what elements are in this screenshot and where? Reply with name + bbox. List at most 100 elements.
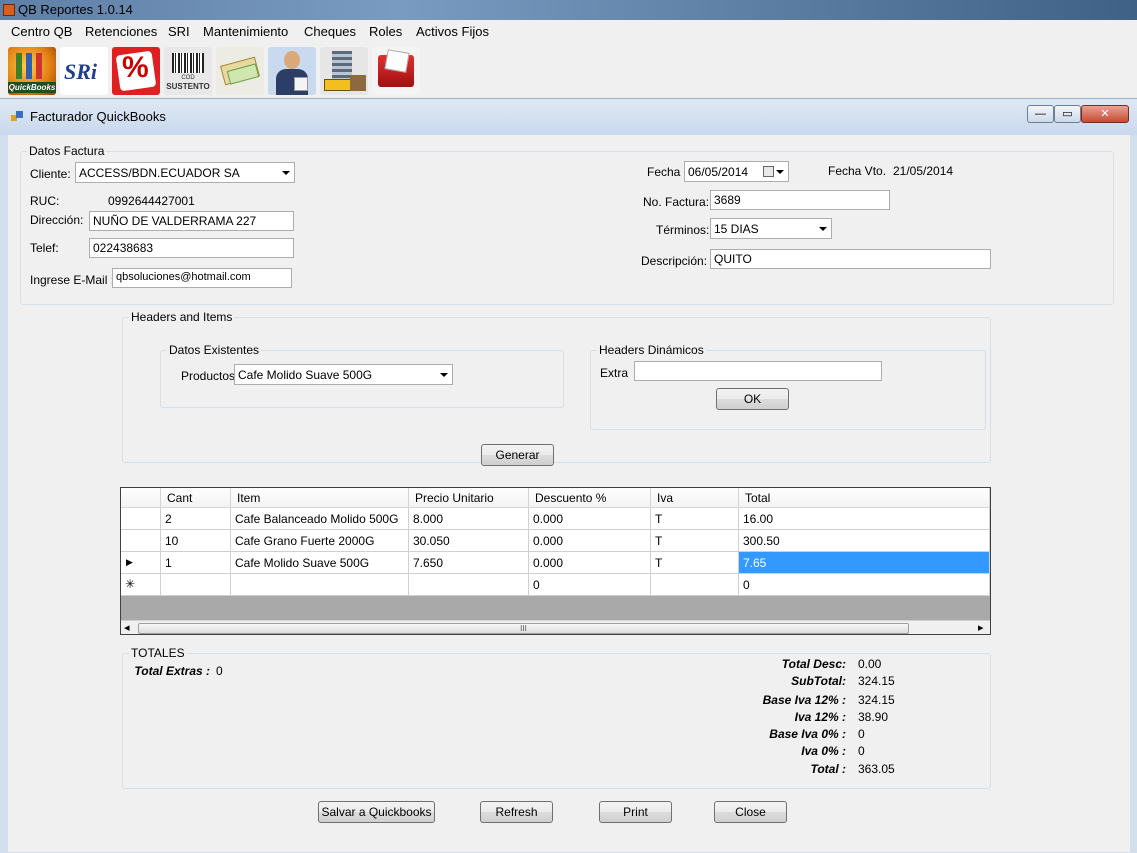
cell-iva[interactable]: T <box>651 530 739 552</box>
folder-toolbar-button[interactable] <box>372 47 420 95</box>
ruc-value: 0992644427001 <box>108 194 195 208</box>
menu-roles[interactable]: Roles <box>369 24 402 39</box>
sri-logo-icon: SRi <box>64 59 98 84</box>
chevron-down-icon <box>440 373 448 377</box>
email-input[interactable]: qbsoluciones@hotmail.com <box>112 268 292 288</box>
cell-iva[interactable]: T <box>651 508 739 530</box>
menu-cheques[interactable]: Cheques <box>304 24 356 39</box>
column-header-cant[interactable]: Cant <box>161 488 231 508</box>
cell-total[interactable]: 16.00 <box>739 508 990 530</box>
row-header[interactable] <box>121 508 161 530</box>
menu-retenciones[interactable]: Retenciones <box>85 24 157 39</box>
app-title: QB Reportes 1.0.14 <box>18 2 133 17</box>
current-row-header[interactable]: ▶ <box>121 552 161 574</box>
sustento-toolbar-button[interactable]: COD SUSTENTO <box>164 47 212 95</box>
ok-button[interactable]: OK <box>716 388 789 410</box>
scroll-left-icon[interactable]: ◂ <box>124 621 130 634</box>
base-iva-12-label: Base Iva 12% : <box>762 693 846 707</box>
print-button[interactable]: Print <box>599 801 672 823</box>
menu-centro-qb[interactable]: Centro QB <box>11 24 72 39</box>
extra-input[interactable] <box>634 361 882 381</box>
column-header-precio-unitario[interactable]: Precio Unitario <box>409 488 529 508</box>
descripcion-input[interactable]: QUITO <box>710 249 991 269</box>
cell-precio-unitario-new[interactable] <box>409 574 529 596</box>
headers-dinamicos-group: Headers Dinámicos Extra OK <box>590 343 986 430</box>
cell-item[interactable]: Cafe Grano Fuerte 2000G <box>231 530 409 552</box>
scroll-right-icon[interactable]: ▸ <box>978 621 984 634</box>
total-extras-label: Total Extras : <box>134 664 210 678</box>
cell-precio-unitario[interactable]: 8.000 <box>409 508 529 530</box>
cell-iva-new[interactable] <box>651 574 739 596</box>
cell-iva[interactable]: T <box>651 552 739 574</box>
salvar-quickbooks-button[interactable]: Salvar a Quickbooks <box>318 801 435 823</box>
totales-legend: TOTALES <box>129 646 187 660</box>
employee-toolbar-button[interactable] <box>268 47 316 95</box>
grid-corner-header <box>121 488 161 508</box>
total-desc-value: 0.00 <box>858 657 882 671</box>
cell-total[interactable]: 300.50 <box>739 530 990 552</box>
cell-cant[interactable]: 1 <box>161 552 231 574</box>
base-iva-0-label: Base Iva 0% : <box>769 727 846 741</box>
cell-descuento[interactable]: 0.000 <box>529 552 651 574</box>
column-header-total[interactable]: Total <box>739 488 990 508</box>
column-header-descuento[interactable]: Descuento % <box>529 488 651 508</box>
menu-sri[interactable]: SRI <box>168 24 190 39</box>
no-factura-input[interactable]: 3689 <box>710 190 890 210</box>
sri-toolbar-button[interactable]: SRi <box>60 47 108 95</box>
row-header[interactable] <box>121 530 161 552</box>
column-header-iva[interactable]: Iva <box>651 488 739 508</box>
productos-combobox[interactable]: Cafe Molido Suave 500G <box>234 364 453 385</box>
menu-activos-fijos[interactable]: Activos Fijos <box>416 24 489 39</box>
items-data-grid[interactable]: Cant Item Precio Unitario Descuento % Iv… <box>120 487 991 635</box>
quickbooks-toolbar-button[interactable]: QuickBooks <box>8 47 56 95</box>
datos-existentes-legend: Datos Existentes <box>167 343 262 357</box>
menu-mantenimiento[interactable]: Mantenimiento <box>203 24 288 39</box>
close-window-button[interactable]: ✕ <box>1081 105 1129 123</box>
email-label: Ingrese E-Mail : <box>30 273 115 287</box>
column-header-item[interactable]: Item <box>231 488 409 508</box>
close-button[interactable]: Close <box>714 801 787 823</box>
total-desc-label: Total Desc: <box>781 657 846 671</box>
totales-group: TOTALES Total Extras : 0 Total Desc: 0.0… <box>122 646 991 789</box>
no-factura-label: No. Factura: <box>643 195 710 209</box>
maximize-button[interactable]: ▭ <box>1054 105 1081 123</box>
cell-descuento-new[interactable]: 0 <box>529 574 651 596</box>
window-icon <box>11 111 23 123</box>
cell-total-new[interactable]: 0 <box>739 574 990 596</box>
cliente-combobox[interactable]: ACCESS/BDN.ECUADOR SA <box>75 162 295 183</box>
cell-item[interactable]: Cafe Balanceado Molido 500G <box>231 508 409 530</box>
fixed-assets-toolbar-button[interactable] <box>320 47 368 95</box>
telef-label: Telef: <box>30 241 59 255</box>
cell-cant-new[interactable] <box>161 574 231 596</box>
scroll-thumb[interactable]: III <box>138 623 909 634</box>
cell-precio-unitario[interactable]: 7.650 <box>409 552 529 574</box>
fecha-label: Fecha <box>647 165 681 179</box>
minimize-button[interactable]: — <box>1027 105 1054 123</box>
telef-input[interactable]: 022438683 <box>89 238 294 258</box>
horizontal-scrollbar[interactable]: ◂ III ▸ <box>121 620 990 634</box>
terminos-combobox[interactable]: 15 DIAS <box>710 218 832 239</box>
percent-toolbar-button[interactable]: % <box>112 47 160 95</box>
subtotal-label: SubTotal: <box>791 674 846 688</box>
refresh-button[interactable]: Refresh <box>480 801 553 823</box>
direccion-input[interactable]: NUÑO DE VALDERRAMA 227 <box>89 211 294 231</box>
cell-descuento[interactable]: 0.000 <box>529 530 651 552</box>
checks-toolbar-button[interactable] <box>216 47 264 95</box>
cell-item-new[interactable] <box>231 574 409 596</box>
cell-descuento[interactable]: 0.000 <box>529 508 651 530</box>
cliente-label: Cliente: <box>30 167 71 181</box>
generar-button[interactable]: Generar <box>481 444 554 466</box>
cell-cant[interactable]: 2 <box>161 508 231 530</box>
cell-cant[interactable]: 10 <box>161 530 231 552</box>
cell-total-selected[interactable]: 7.65 <box>739 552 990 574</box>
cell-precio-unitario[interactable]: 30.050 <box>409 530 529 552</box>
direccion-label: Dirección: <box>30 213 84 227</box>
new-row-asterisk-icon: ✳ <box>125 577 136 591</box>
window-title: Facturador QuickBooks <box>30 109 166 124</box>
cell-item[interactable]: Cafe Molido Suave 500G <box>231 552 409 574</box>
fecha-datepicker[interactable]: 06/05/2014 <box>684 161 789 182</box>
barcode-icon <box>172 53 204 73</box>
new-row-header[interactable]: ✳ <box>121 574 161 596</box>
cliente-value: ACCESS/BDN.ECUADOR SA <box>79 166 240 180</box>
quickbooks-icon-label: QuickBooks <box>8 82 56 93</box>
